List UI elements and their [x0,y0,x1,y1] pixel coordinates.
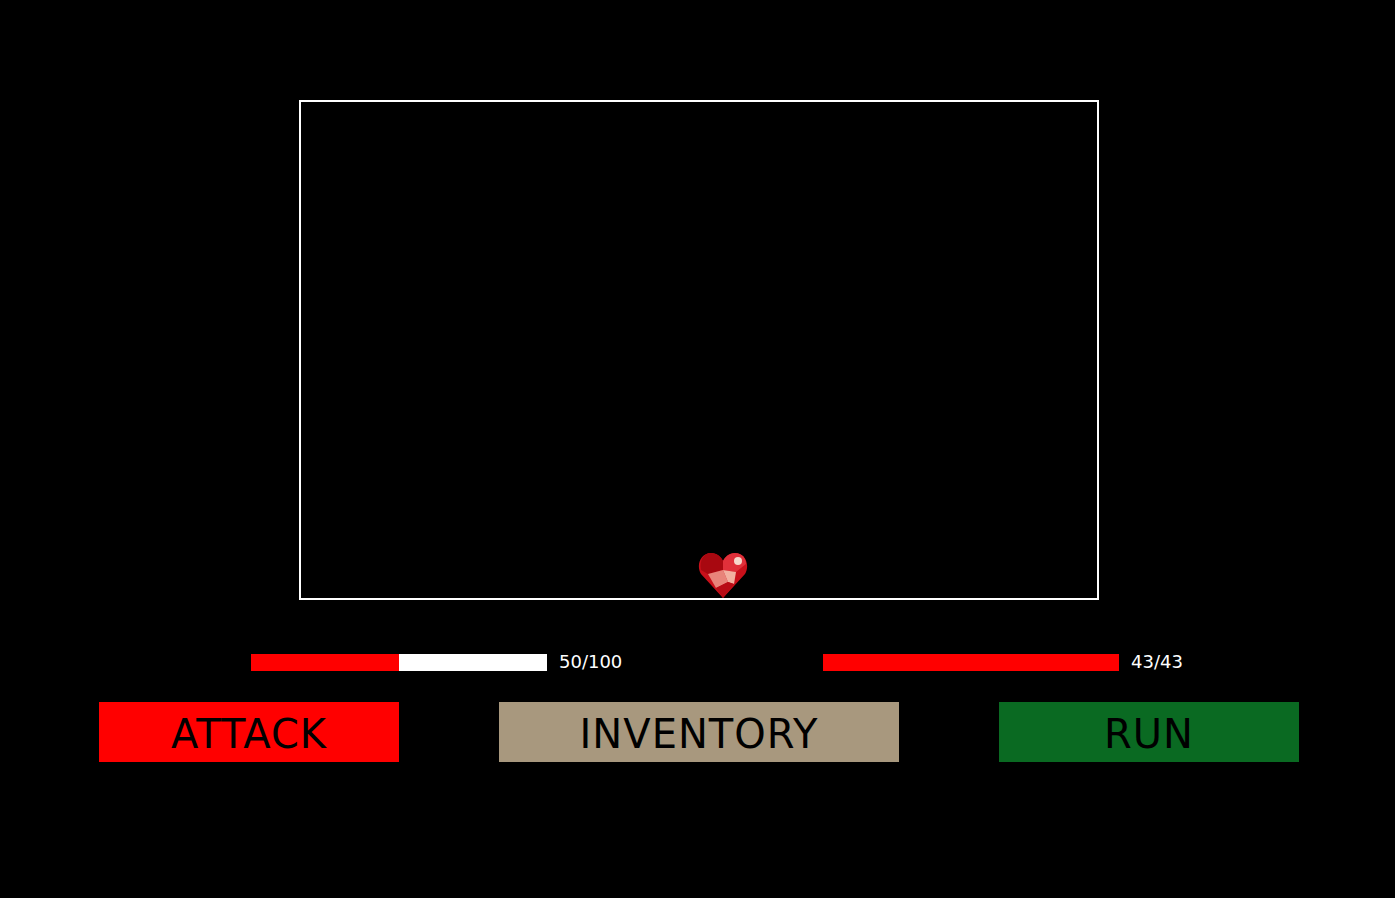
health-bar [823,654,1119,671]
battle-screen: 50/100 43/43 ATTACK INVENTORY RUN [0,0,1395,898]
health-bar [251,654,547,671]
action-button[interactable]: INVENTORY [499,702,899,762]
heart-icon[interactable] [698,550,748,600]
health-reading: 50/100 [559,651,622,673]
player-health: 50/100 [251,651,823,673]
battle-box [299,100,1099,600]
health-reading: 43/43 [1131,651,1183,673]
action-button[interactable]: ATTACK [99,702,399,762]
enemy-health: 43/43 [823,651,1395,673]
action-button[interactable]: RUN [999,702,1299,762]
